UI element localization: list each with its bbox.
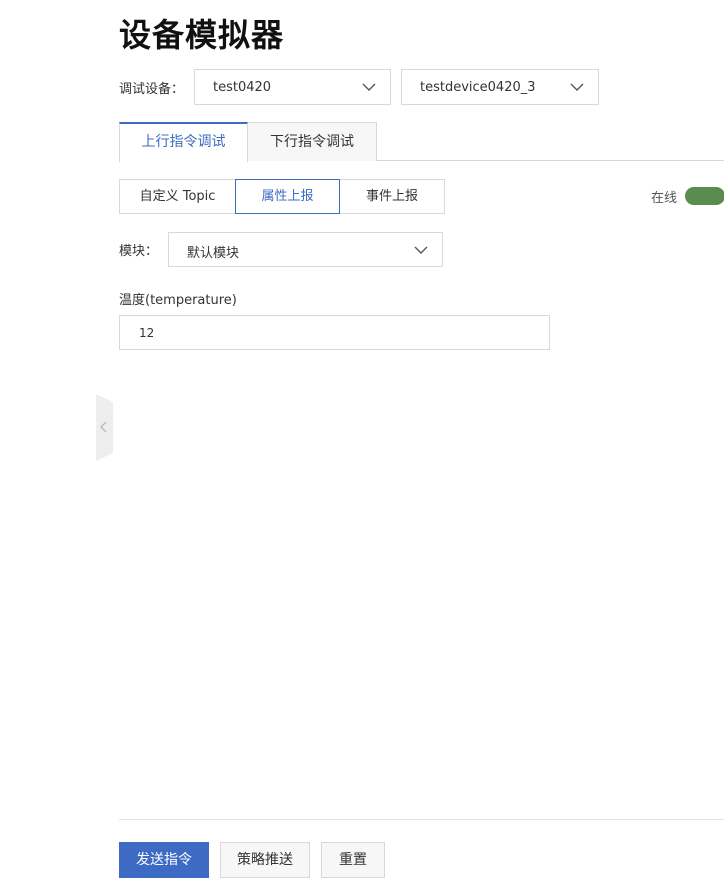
temperature-label: 温度(temperature) [119, 293, 237, 308]
chevron-down-icon [570, 80, 584, 94]
device-simulator-page: 设备模拟器 调试设备： test0420 testdevice0420_3 上行… [0, 0, 724, 884]
direction-tabs: 上行指令调试 下行指令调试 [119, 122, 724, 162]
collapse-handle[interactable] [96, 394, 113, 461]
device-select-value: testdevice0420_3 [420, 80, 536, 95]
chevron-down-icon [362, 80, 376, 94]
device-label: 调试设备： [119, 82, 185, 97]
product-select-value: test0420 [213, 80, 272, 95]
online-toggle[interactable] [685, 187, 724, 205]
chevron-left-icon [100, 421, 107, 433]
footer-divider [119, 819, 724, 820]
module-label: 模块： [119, 244, 159, 259]
module-select[interactable]: 默认模块 [168, 232, 443, 267]
device-select[interactable]: testdevice0420_3 [401, 69, 599, 105]
tab-upstream-debug[interactable]: 上行指令调试 [119, 122, 248, 162]
custom-topic-button[interactable]: 自定义 Topic [119, 179, 236, 214]
event-report-button[interactable]: 事件上报 [339, 179, 445, 214]
online-status-label: 在线 [651, 191, 678, 206]
policy-push-button[interactable]: 策略推送 [220, 842, 310, 878]
product-select[interactable]: test0420 [194, 69, 391, 105]
tab-downstream-debug[interactable]: 下行指令调试 [248, 122, 377, 161]
property-report-button[interactable]: 属性上报 [235, 179, 340, 214]
device-selector-row: 调试设备： test0420 testdevice0420_3 [119, 69, 719, 105]
temperature-input[interactable] [119, 315, 550, 350]
reset-button[interactable]: 重置 [321, 842, 385, 878]
chevron-down-icon [414, 243, 428, 257]
module-select-value: 默认模块 [187, 246, 240, 261]
page-title: 设备模拟器 [119, 16, 285, 54]
send-command-button[interactable]: 发送指令 [119, 842, 209, 878]
